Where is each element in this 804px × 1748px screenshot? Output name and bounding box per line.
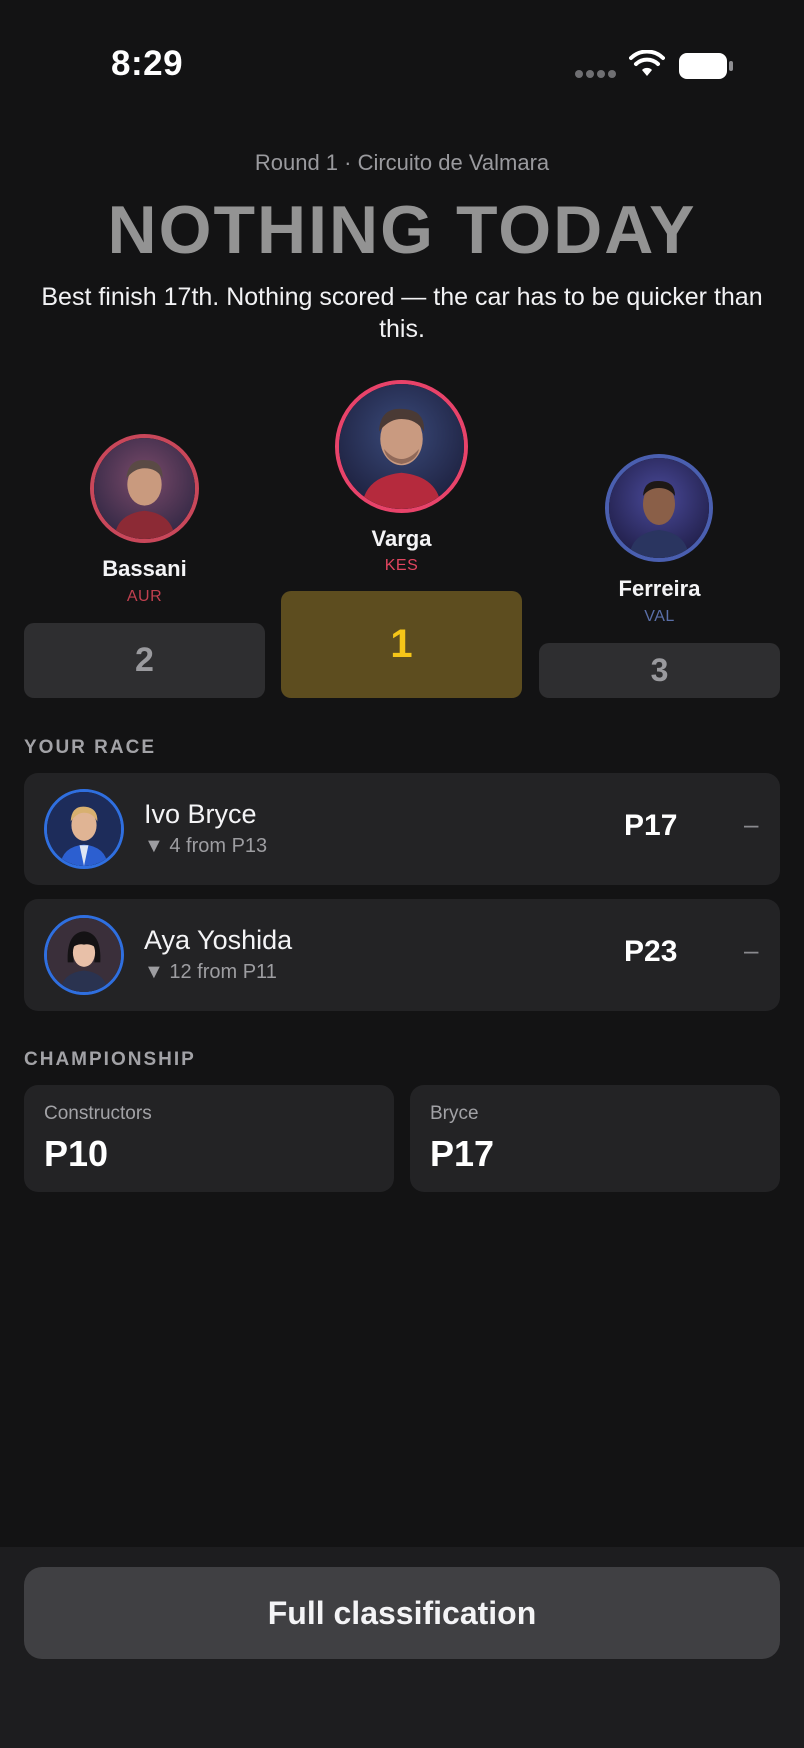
podium-position-p2: 2 bbox=[135, 641, 154, 679]
podium-name-p3: Ferreira bbox=[618, 576, 701, 601]
driver-position-change: ▼ 12 from P11 bbox=[144, 961, 277, 983]
round-subtitle: Round 1 · Circuito de Valmara bbox=[254, 150, 550, 175]
podium-block-p3: 3 bbox=[539, 643, 780, 698]
your-race-heading: YOUR RACE bbox=[24, 737, 157, 758]
championship-card-driver[interactable]: Bryce P17 bbox=[410, 1085, 780, 1192]
podium-name-p2: Bassani bbox=[102, 556, 187, 581]
driver-name: Ivo Bryce bbox=[144, 799, 257, 829]
podium-team-p3: VAL bbox=[644, 608, 675, 625]
podium-position-p3: 3 bbox=[650, 652, 669, 688]
podium-team-p1: KES bbox=[384, 557, 419, 574]
podium-avatar-p2 bbox=[90, 434, 199, 543]
podium-block-p2: 2 bbox=[24, 623, 265, 698]
driver-points: – bbox=[744, 809, 759, 839]
full-classification-button[interactable]: Full classification bbox=[24, 1567, 780, 1659]
driver-finish-position: P17 bbox=[624, 809, 678, 842]
driver-portrait-icon bbox=[609, 458, 709, 558]
championship-card-value: P17 bbox=[430, 1133, 495, 1174]
result-headline: NOTHING TODAY bbox=[107, 192, 697, 268]
wifi-icon bbox=[629, 50, 665, 76]
driver-portrait-icon bbox=[94, 438, 195, 539]
battery-icon bbox=[679, 53, 733, 79]
driver-finish-position: P23 bbox=[624, 935, 678, 968]
driver-avatar bbox=[44, 915, 124, 995]
podium-name-p1: Varga bbox=[371, 526, 432, 551]
driver-card-yoshida[interactable]: Aya Yoshida ▼ 12 from P11 P23 – bbox=[24, 899, 780, 1011]
result-summary: Best finish 17th. Nothing scored — the c… bbox=[41, 283, 763, 343]
driver-name: Aya Yoshida bbox=[144, 925, 293, 955]
podium-team-p2: AUR bbox=[126, 588, 163, 605]
driver-avatar bbox=[44, 789, 124, 869]
status-bar: 8:29 bbox=[0, 0, 804, 130]
driver-portrait-icon bbox=[47, 792, 121, 866]
bottom-bar: Full classification bbox=[0, 1547, 804, 1748]
championship-card-label: Constructors bbox=[44, 1103, 152, 1124]
championship-card-constructors[interactable]: Constructors P10 bbox=[24, 1085, 394, 1192]
driver-card-bryce[interactable]: Ivo Bryce ▼ 4 from P13 P17 – bbox=[24, 773, 780, 885]
championship-card-value: P10 bbox=[44, 1133, 109, 1174]
driver-position-change: ▼ 4 from P13 bbox=[144, 835, 268, 857]
podium-position-p1: 1 bbox=[390, 622, 413, 666]
driver-points: – bbox=[744, 935, 759, 965]
cellular-signal-icon bbox=[575, 70, 616, 78]
driver-portrait-icon bbox=[339, 384, 464, 509]
status-time: 8:29 bbox=[111, 44, 184, 83]
championship-card-label: Bryce bbox=[430, 1103, 479, 1124]
podium-avatar-p3 bbox=[605, 454, 713, 562]
podium-avatar-p1 bbox=[335, 380, 468, 513]
driver-portrait-icon bbox=[47, 918, 121, 992]
podium-block-p1: 1 bbox=[281, 591, 522, 698]
championship-heading: CHAMPIONSHIP bbox=[24, 1049, 196, 1070]
